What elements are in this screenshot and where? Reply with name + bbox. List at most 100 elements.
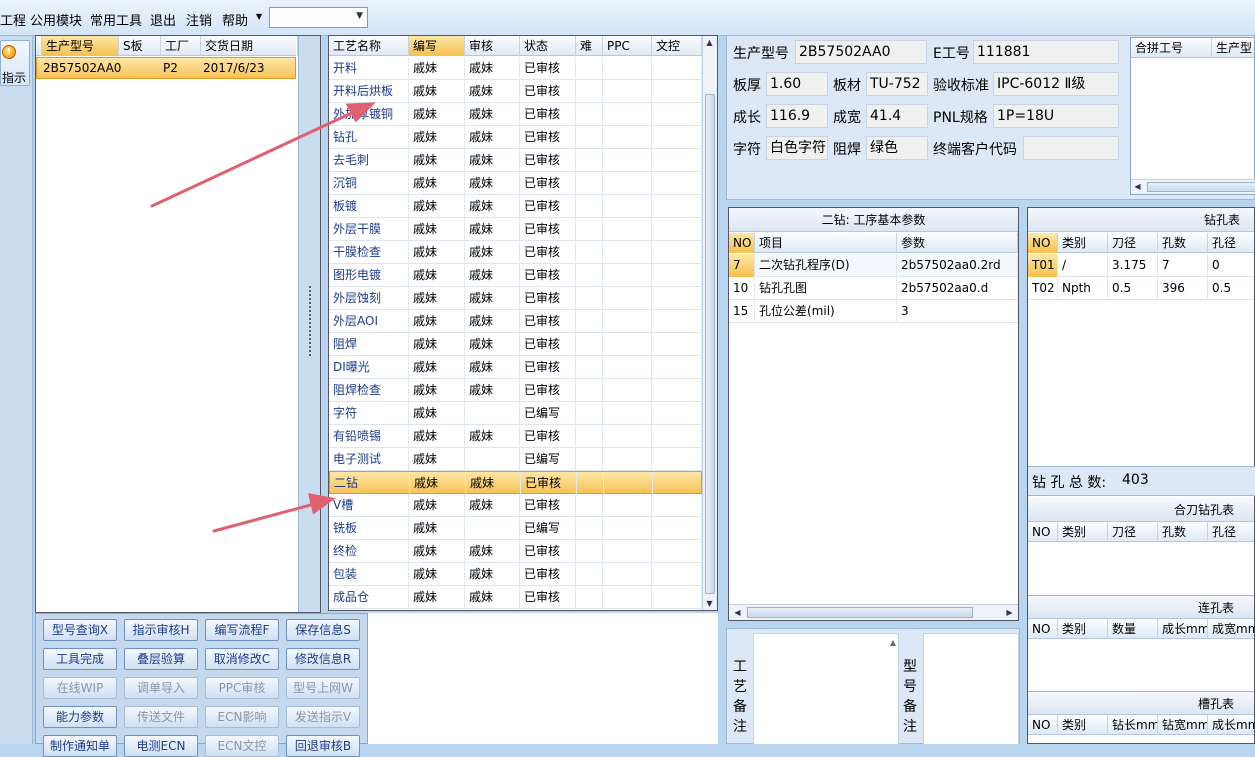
action-button[interactable]: 能力参数 xyxy=(43,706,117,728)
part-col-header[interactable]: 生产型号 xyxy=(42,36,119,56)
process-row[interactable]: 阻焊检查 戚妹 戚妹 已审核 xyxy=(329,379,702,402)
process-col-header[interactable]: 审核 xyxy=(465,36,520,56)
menu-logout[interactable]: 注销 xyxy=(186,10,212,29)
slot-col-header[interactable]: 钻宽mm xyxy=(1158,715,1208,735)
part-row[interactable]: 2B57502AA0 P2 2017/6/23 xyxy=(36,57,296,79)
action-button[interactable]: 传送文件 xyxy=(124,706,198,728)
process-row[interactable]: 板镀 戚妹 戚妹 已审核 xyxy=(329,195,702,218)
action-button[interactable]: 工具完成 xyxy=(43,648,117,670)
pnl-field[interactable]: 1P=18U xyxy=(993,104,1119,128)
vertical-scrollbar[interactable]: ▲ ▼ xyxy=(702,36,717,610)
drill-col-header[interactable]: 孔径 xyxy=(1208,233,1255,253)
part-col-header[interactable]: S板 xyxy=(119,36,161,56)
horizontal-scrollbar[interactable]: ◀ xyxy=(1131,179,1255,194)
action-button[interactable]: 保存信息S xyxy=(286,619,360,641)
combined-col-header[interactable]: 孔径 xyxy=(1208,522,1255,542)
param-col-header[interactable]: 项目 xyxy=(755,233,897,253)
action-button[interactable]: 制作通知单 xyxy=(43,735,117,757)
param-row[interactable]: 7 二次钻孔程序(D) 2b57502aa0.2rd xyxy=(729,254,1018,277)
scroll-thumb[interactable] xyxy=(747,607,973,618)
process-row[interactable]: 去毛刺 戚妹 戚妹 已审核 xyxy=(329,149,702,172)
process-col-header[interactable]: PPC xyxy=(603,36,652,56)
slot-hole-col-header[interactable]: 成宽mm xyxy=(1208,619,1255,639)
process-row[interactable]: 阻焊 戚妹 戚妹 已审核 xyxy=(329,333,702,356)
process-row[interactable]: 钻孔 戚妹 戚妹 已审核 xyxy=(329,126,702,149)
process-col-header[interactable]: 文控 xyxy=(652,36,702,56)
process-row[interactable]: 外层蚀刻 戚妹 戚妹 已审核 xyxy=(329,287,702,310)
process-row[interactable]: DI曝光 戚妹 戚妹 已审核 xyxy=(329,356,702,379)
param-col-header[interactable]: 参数 xyxy=(897,233,1018,253)
slot-hole-col-header[interactable]: 成长mm xyxy=(1158,619,1208,639)
drill-row[interactable]: T02 Npth 0.5 396 0.5 xyxy=(1028,277,1254,300)
slot-hole-col-header[interactable]: NO xyxy=(1028,619,1058,639)
e-no-field[interactable]: 111881 xyxy=(973,40,1119,64)
drill-col-header[interactable]: 刀径 xyxy=(1108,233,1158,253)
combined-col-header[interactable]: 类别 xyxy=(1058,522,1108,542)
action-button[interactable]: 回退审核B xyxy=(286,735,360,757)
param-row[interactable]: 15 孔位公差(mil) 3 xyxy=(729,300,1018,323)
length-field[interactable]: 116.9 xyxy=(766,104,828,128)
process-row[interactable]: 二钻 戚妹 戚妹 已审核 xyxy=(329,471,703,495)
slot-col-header[interactable]: 类别 xyxy=(1058,715,1108,735)
action-button[interactable]: 调单导入 xyxy=(124,677,198,699)
merge-col-header[interactable]: 合拼工号 xyxy=(1131,38,1212,58)
drill-col-header[interactable]: NO xyxy=(1028,233,1058,253)
scroll-up-icon[interactable]: ▲ xyxy=(890,638,896,647)
process-col-header[interactable]: 难 xyxy=(576,36,603,56)
process-row[interactable]: V槽 戚妹 戚妹 已审核 xyxy=(329,494,702,517)
param-row[interactable]: 10 钻孔孔图 2b57502aa0.d xyxy=(729,277,1018,300)
process-row[interactable]: 有铅喷锡 戚妹 戚妹 已审核 xyxy=(329,425,702,448)
slot-hole-col-header[interactable]: 数量 xyxy=(1108,619,1158,639)
action-button[interactable]: 指示审核H xyxy=(124,619,198,641)
width-field[interactable]: 41.4 xyxy=(866,104,928,128)
slot-col-header[interactable]: NO xyxy=(1028,715,1058,735)
action-button[interactable]: PPC审核 xyxy=(205,677,279,699)
scroll-left-icon[interactable]: ◀ xyxy=(1131,180,1144,193)
drill-col-header[interactable]: 类别 xyxy=(1058,233,1108,253)
scroll-thumb[interactable] xyxy=(705,94,715,594)
scroll-left-icon[interactable]: ◀ xyxy=(731,606,744,619)
combined-col-header[interactable]: 刀径 xyxy=(1108,522,1158,542)
action-button[interactable]: ECN文控 xyxy=(205,735,279,757)
action-button[interactable]: 修改信息R xyxy=(286,648,360,670)
char-field[interactable]: 白色字符 xyxy=(766,136,828,160)
process-row[interactable]: 沉铜 戚妹 戚妹 已审核 xyxy=(329,172,702,195)
process-row[interactable]: 外层AOI 戚妹 戚妹 已审核 xyxy=(329,310,702,333)
menu-help[interactable]: 帮助 xyxy=(222,10,248,29)
action-button[interactable]: 发送指示V xyxy=(286,706,360,728)
process-col-header[interactable]: 工艺名称 xyxy=(329,36,409,56)
process-row[interactable]: 字符 戚妹 已编写 xyxy=(329,402,702,425)
process-row[interactable]: 电子测试 戚妹 已编写 xyxy=(329,448,702,471)
action-button[interactable]: 编写流程F xyxy=(205,619,279,641)
part-col-header[interactable]: 工厂 xyxy=(161,36,201,56)
drill-col-header[interactable]: 孔数 xyxy=(1158,233,1208,253)
chevron-down-icon[interactable]: ▼ xyxy=(256,12,262,21)
param-col-header[interactable]: NO xyxy=(729,233,755,253)
mask-field[interactable]: 绿色 xyxy=(866,136,928,160)
slot-col-header[interactable]: 钻长mm xyxy=(1108,715,1158,735)
process-col-header[interactable]: 编写 xyxy=(409,36,465,56)
slot-col-header[interactable]: 成长mm xyxy=(1208,715,1255,735)
action-button[interactable]: 叠层验算 xyxy=(124,648,198,670)
customer-field[interactable] xyxy=(1023,136,1119,160)
process-row[interactable]: 图形电镀 戚妹 戚妹 已审核 xyxy=(329,264,702,287)
combined-col-header[interactable]: 孔数 xyxy=(1158,522,1208,542)
guide-button[interactable]: ! 指示 xyxy=(0,40,30,86)
scroll-down-icon[interactable]: ▼ xyxy=(703,597,716,610)
menu-exit[interactable]: 退出 xyxy=(150,10,176,29)
process-row[interactable]: 终检 戚妹 戚妹 已审核 xyxy=(329,540,702,563)
scroll-thumb[interactable] xyxy=(1147,182,1255,192)
slot-hole-col-header[interactable]: 类别 xyxy=(1058,619,1108,639)
action-button[interactable]: 电测ECN xyxy=(124,735,198,757)
menu-project[interactable]: 工程 xyxy=(0,10,26,29)
menu-combobox[interactable]: ▼ xyxy=(269,7,368,28)
process-note-input[interactable]: ▲ xyxy=(753,633,899,745)
action-button[interactable]: 型号查询X xyxy=(43,619,117,641)
process-row[interactable]: 开料后烘板 戚妹 戚妹 已审核 xyxy=(329,80,702,103)
action-button[interactable]: ECN影响 xyxy=(205,706,279,728)
process-row[interactable]: 干膜检查 戚妹 戚妹 已审核 xyxy=(329,241,702,264)
process-row[interactable]: 外层干膜 戚妹 戚妹 已审核 xyxy=(329,218,702,241)
action-button[interactable]: 型号上网W xyxy=(286,677,360,699)
part-no-field[interactable]: 2B57502AA0 xyxy=(795,40,927,64)
scroll-right-icon[interactable]: ▶ xyxy=(1003,606,1016,619)
